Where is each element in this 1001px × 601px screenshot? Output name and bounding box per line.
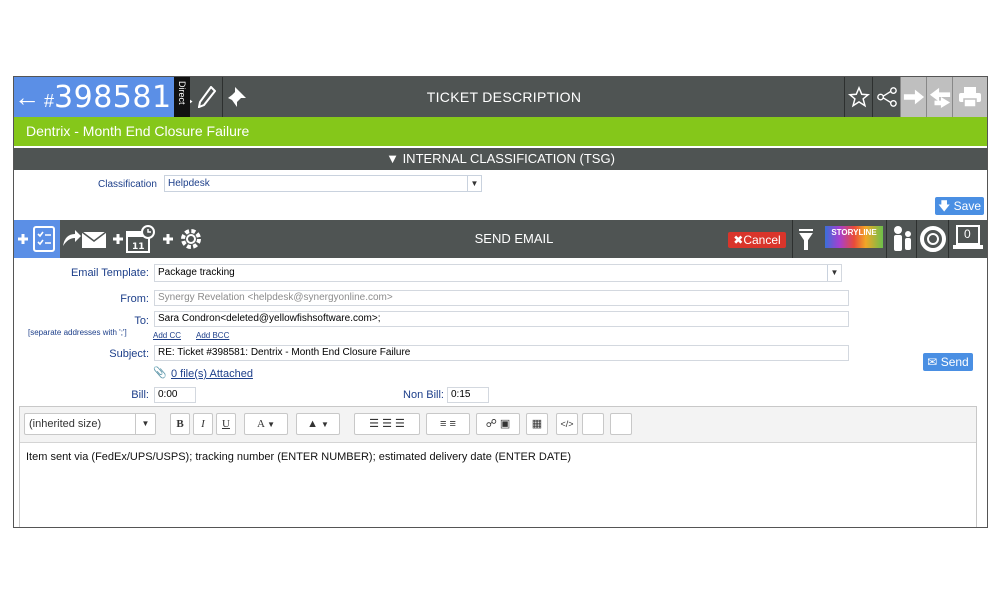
to-hint: [separate addresses with ';'] (28, 328, 127, 337)
subject-label: Subject: (109, 348, 149, 360)
reply-all-icon[interactable] (926, 77, 952, 117)
from-label: From: (120, 293, 149, 305)
ticket-number: 398581 (54, 79, 172, 115)
send-email-title: SEND EMAIL (474, 231, 554, 246)
add-cc-link[interactable]: Add CC (153, 331, 181, 340)
arrow-down-icon: 🡇 (937, 199, 951, 213)
send-button[interactable]: ✉ Send (923, 353, 973, 371)
caret-down-icon: ▼ (386, 151, 403, 166)
attachments-link[interactable]: 0 file(s) Attached (171, 368, 253, 380)
from-field[interactable]: Synergy Revelation <helpdesk@synergyonli… (154, 290, 849, 306)
classification-title: INTERNAL CLASSIFICATION (TSG) (402, 151, 615, 166)
add-schedule-icon[interactable]: 11 (110, 220, 160, 258)
list-group: ≡ ≡ (426, 413, 470, 435)
font-color-button[interactable]: A ▼ (244, 413, 288, 435)
print-icon[interactable] (952, 77, 987, 117)
laptop-counter: 0 (964, 227, 971, 241)
underline-button[interactable]: U (216, 413, 236, 435)
x-icon: ✖ (733, 233, 744, 247)
save-button[interactable]: 🡇 Save (935, 197, 984, 215)
ticket-subject-bar: Dentrix - Month End Closure Failure (14, 117, 987, 146)
italic-button[interactable]: I (193, 413, 213, 435)
email-editor: (inherited size) ▼ B I U A ▼ ▲ ▼ ☰ ☰ ☰ ≡… (19, 406, 977, 527)
numbered-list-icon[interactable]: ≡ (450, 418, 456, 430)
email-template-value: Package tracking (158, 267, 235, 278)
forward-icon[interactable] (900, 77, 926, 117)
share-icon[interactable] (872, 77, 900, 117)
code-view-icon[interactable]: </> (556, 413, 578, 435)
laptop-icon[interactable]: 0 (948, 220, 987, 258)
editor-toolbar: (inherited size) ▼ B I U A ▼ ▲ ▼ ☰ ☰ ☰ ≡… (20, 407, 976, 443)
to-field[interactable]: Sara Condron<deleted@yellowfishsoftware.… (154, 311, 849, 327)
filter-icon[interactable] (792, 220, 818, 258)
bullet-list-icon[interactable]: ≡ (440, 418, 446, 430)
align-left-icon[interactable]: ☰ (369, 418, 379, 430)
link-icon[interactable]: ☍ (486, 418, 497, 430)
bill-field[interactable]: 0:00 (154, 387, 196, 403)
classification-value: Helpdesk (168, 178, 210, 189)
align-center-icon[interactable]: ☰ (382, 418, 392, 430)
email-template-select[interactable]: Package tracking ▼ (154, 264, 842, 282)
font-size-select[interactable]: (inherited size) ▼ (24, 413, 156, 435)
ticket-header: ← # 398581 → Direct TICKET DESCRIPTION (14, 77, 987, 117)
insert-group: ☍ ▣ (476, 413, 520, 435)
editor-body-text[interactable]: Item sent via (FedEx/UPS/USPS); tracking… (26, 451, 571, 463)
chevron-down-icon: ▼ (827, 265, 841, 281)
arrow-left-icon[interactable]: ← (14, 77, 40, 117)
nonbill-field[interactable]: 0:15 (447, 387, 489, 403)
send-email-toolbar: 11 SEND EMAIL ✖Cancel STORYLINE 0 (14, 220, 987, 258)
classification-select[interactable]: Helpdesk ▼ (164, 175, 482, 192)
table-icon[interactable]: ▦ (526, 413, 548, 435)
align-right-icon[interactable]: ☰ (395, 418, 405, 430)
forward-email-icon[interactable] (60, 220, 110, 258)
pin-icon[interactable] (222, 77, 250, 117)
ticket-id-box: ← # 398581 → (14, 77, 198, 117)
chevron-down-icon: ▼ (467, 176, 481, 191)
direct-badge: Direct (174, 77, 190, 117)
lifebuoy-icon[interactable] (916, 220, 948, 258)
email-template-label: Email Template: (70, 267, 149, 279)
envelope-icon: ✉ (927, 355, 938, 369)
star-icon[interactable] (844, 77, 872, 117)
ticket-hash: # (44, 90, 55, 111)
cancel-button[interactable]: ✖Cancel (728, 232, 786, 248)
nonbill-label: Non Bill: (403, 389, 444, 401)
storyline-button[interactable]: STORYLINE (825, 226, 883, 248)
chevron-down-icon: ▼ (321, 420, 329, 429)
blank-tool-2[interactable] (610, 413, 632, 435)
pencil-icon[interactable] (194, 77, 220, 117)
paperclip-icon: 📎 (153, 367, 167, 379)
highlight-button[interactable]: ▲ ▼ (296, 413, 340, 435)
image-icon[interactable]: ▣ (500, 418, 510, 430)
chevron-down-icon: ▼ (267, 420, 275, 429)
people-icon[interactable] (886, 220, 916, 258)
ticket-window: ← # 398581 → Direct TICKET DESCRIPTION D… (13, 76, 988, 528)
svg-text:11: 11 (132, 242, 145, 252)
add-bcc-link[interactable]: Add BCC (196, 331, 229, 340)
subject-field[interactable]: RE: Ticket #398581: Dentrix - Month End … (154, 345, 849, 361)
add-task-icon[interactable] (14, 220, 60, 258)
page-title: TICKET DESCRIPTION (426, 89, 582, 105)
bill-label: Bill: (131, 389, 149, 401)
blank-tool-1[interactable] (582, 413, 604, 435)
paint-bucket-icon: ▲ (307, 418, 318, 430)
chevron-down-icon: ▼ (135, 414, 155, 434)
classification-label: Classification (98, 179, 157, 190)
bold-button[interactable]: B (170, 413, 190, 435)
add-settings-icon[interactable] (160, 220, 210, 258)
to-label: To: (134, 315, 149, 327)
align-group: ☰ ☰ ☰ (354, 413, 420, 435)
classification-section-header[interactable]: ▼ INTERNAL CLASSIFICATION (TSG) (14, 148, 987, 170)
